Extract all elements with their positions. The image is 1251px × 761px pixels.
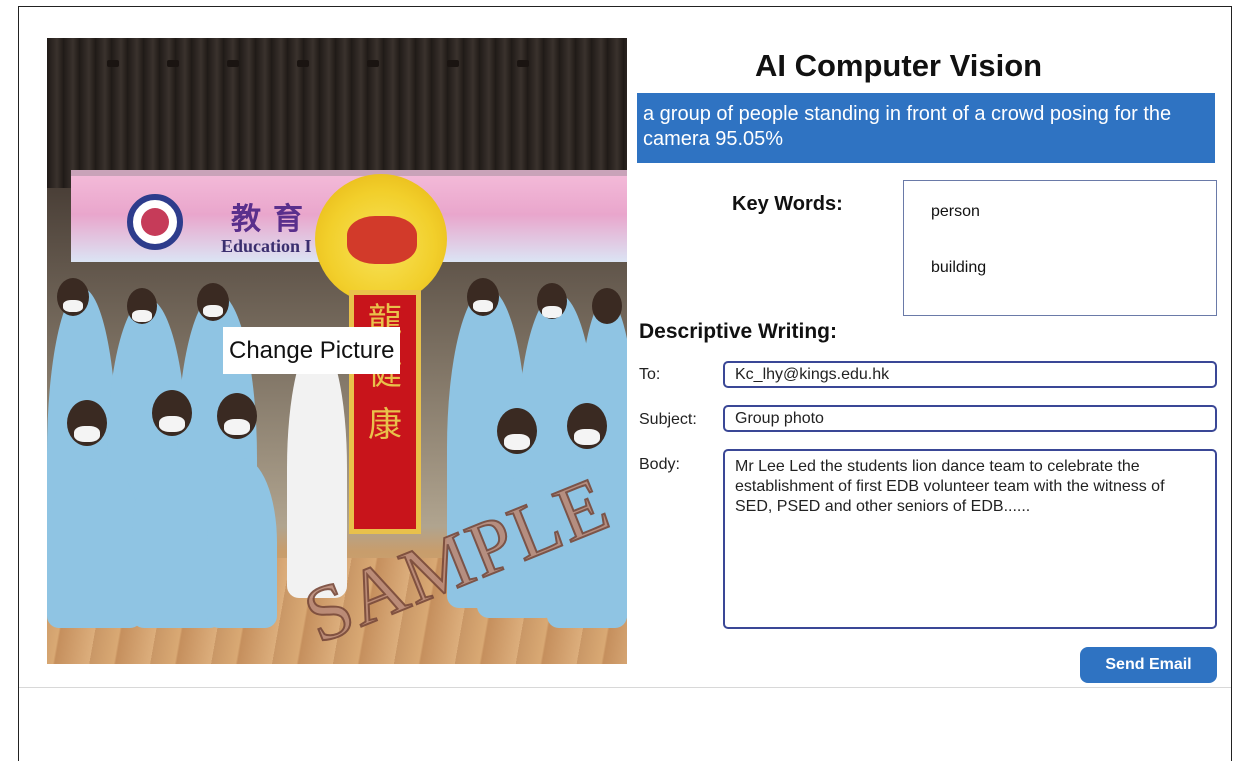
edb-logo-icon: [127, 194, 183, 250]
stage-light: [227, 60, 239, 67]
stage-light: [367, 60, 379, 67]
keyword-item: building: [931, 259, 987, 276]
app-title: AI Computer Vision: [755, 48, 1043, 83]
lion-dance-head: [315, 174, 447, 304]
descriptive-writing-label: Descriptive Writing:: [639, 320, 837, 343]
to-label: To:: [639, 366, 661, 383]
face-mask: [574, 429, 600, 445]
stage-light: [107, 60, 119, 67]
person-head: [592, 288, 622, 324]
change-picture-button[interactable]: Change Picture: [223, 327, 401, 374]
keyword-item: person: [931, 203, 980, 220]
keywords-list: person building: [903, 180, 1217, 316]
stage-light: [297, 60, 309, 67]
stage-light: [167, 60, 179, 67]
stage-light: [447, 60, 459, 67]
subject-field[interactable]: [723, 405, 1217, 432]
face-mask: [224, 419, 250, 435]
send-email-button[interactable]: Send Email: [1080, 647, 1217, 683]
lion-face: [347, 216, 417, 264]
face-mask: [473, 300, 493, 312]
face-mask: [74, 426, 100, 442]
face-mask: [504, 434, 530, 450]
stage-curtain: [47, 38, 627, 188]
person-figure: [47, 458, 142, 628]
face-mask: [542, 306, 562, 318]
to-field[interactable]: [723, 361, 1217, 388]
image-caption: a group of people standing in front of a…: [637, 93, 1215, 163]
body-label: Body:: [639, 456, 680, 473]
body-field[interactable]: Mr Lee Led the students lion dance team …: [723, 449, 1217, 629]
scroll-char: 康: [368, 405, 402, 445]
stage-light: [517, 60, 529, 67]
subject-label: Subject:: [639, 411, 697, 428]
face-mask: [63, 300, 83, 312]
divider: [19, 687, 1231, 688]
face-mask: [159, 416, 185, 432]
face-mask: [203, 305, 223, 317]
keywords-label: Key Words:: [732, 193, 843, 215]
face-mask: [132, 310, 152, 322]
person-figure: [207, 458, 277, 628]
